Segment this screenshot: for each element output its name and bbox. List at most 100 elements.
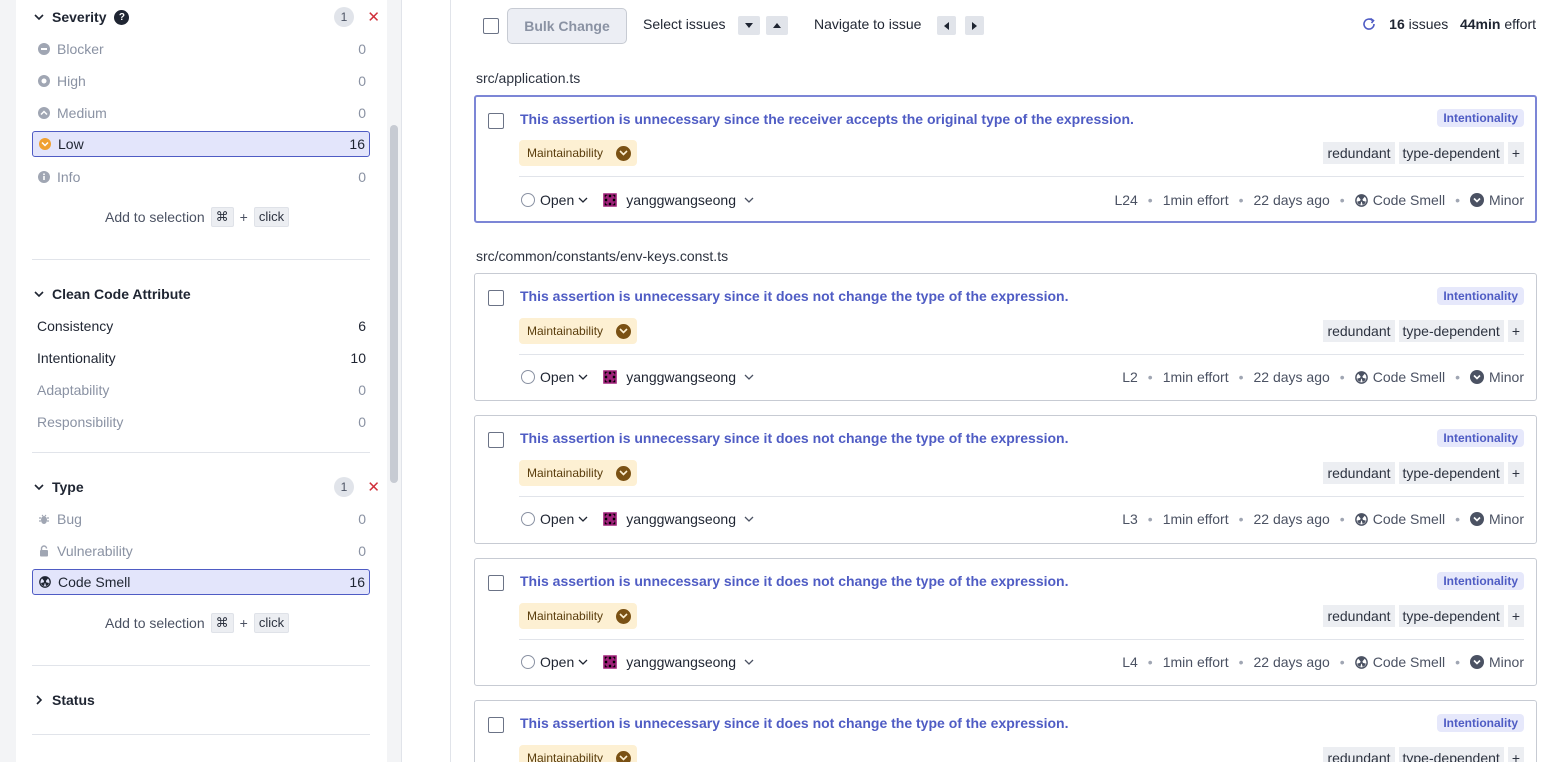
chevron-down-icon[interactable] <box>744 195 754 205</box>
issue-assignee[interactable]: yanggwangseong <box>626 511 736 527</box>
tag-more[interactable]: + <box>1507 605 1524 627</box>
clean-code-attribute-badge[interactable]: Intentionality <box>1437 287 1524 305</box>
clean-code-attribute-badge[interactable]: Intentionality <box>1437 572 1524 590</box>
issue-title[interactable]: This assertion is unnecessary since it d… <box>520 715 1069 731</box>
facet-item-blocker[interactable]: Blocker 0 <box>32 36 370 62</box>
issue-title[interactable]: This assertion is unnecessary since the … <box>520 111 1134 127</box>
bulk-change-button[interactable]: Bulk Change <box>507 8 627 44</box>
issue-tags[interactable]: redundant type-dependent + <box>1323 142 1524 164</box>
facet-item-code-smell[interactable]: Code Smell 16 <box>32 569 370 595</box>
software-quality-label: Maintainability <box>527 609 604 623</box>
facet-item-label: Low <box>58 136 84 152</box>
tag-more[interactable]: + <box>1507 142 1524 164</box>
facet-item-label: Consistency <box>37 318 114 334</box>
chevron-down-icon[interactable] <box>32 10 46 24</box>
chevron-down-icon[interactable] <box>744 514 754 524</box>
issue-effort: 1min effort <box>1162 192 1229 208</box>
issue-status[interactable]: Open <box>540 369 574 385</box>
clean-code-attribute-badge[interactable]: Intentionality <box>1437 714 1524 732</box>
chevron-down-icon[interactable] <box>744 372 754 382</box>
facet-item-low[interactable]: Low 16 <box>32 131 370 157</box>
chevron-right-icon[interactable] <box>32 693 46 707</box>
chevron-down-icon[interactable] <box>32 480 46 494</box>
issue-card[interactable]: This assertion is unnecessary since it d… <box>474 415 1537 544</box>
chevron-down-icon[interactable] <box>578 195 588 205</box>
facet-item-medium[interactable]: Medium 0 <box>32 100 370 126</box>
chevron-down-icon[interactable] <box>32 287 46 301</box>
severity-facet-header[interactable]: Severity ? 1 ✕ <box>32 6 386 28</box>
issue-card[interactable]: This assertion is unnecessary since it d… <box>474 558 1537 686</box>
refresh-icon[interactable] <box>1361 16 1377 32</box>
clean-code-attribute-badge[interactable]: Intentionality <box>1437 109 1524 127</box>
software-quality-impact[interactable]: Maintainability <box>519 140 638 166</box>
tag-more[interactable]: + <box>1507 320 1524 342</box>
issue-assignee[interactable]: yanggwangseong <box>626 369 736 385</box>
type-facet-header[interactable]: Type 1 ✕ <box>32 476 386 498</box>
issue-title[interactable]: This assertion is unnecessary since it d… <box>520 573 1069 589</box>
issue-card[interactable]: This assertion is unnecessary since it d… <box>474 700 1537 762</box>
issue-title[interactable]: This assertion is unnecessary since it d… <box>520 288 1069 304</box>
facet-item-count: 10 <box>350 350 366 366</box>
divider <box>32 734 370 735</box>
software-quality-impact[interactable]: Maintainability <box>519 745 638 762</box>
issue-checkbox[interactable] <box>488 432 504 448</box>
tag-more[interactable]: + <box>1507 747 1524 762</box>
clean-code-attribute-badge[interactable]: Intentionality <box>1437 429 1524 447</box>
file-path[interactable]: src/common/constants/env-keys.const.ts <box>476 248 728 264</box>
issue-tags[interactable]: redundant type-dependent + <box>1323 605 1524 627</box>
type-selected-count: 1 <box>334 477 354 497</box>
navigate-next-button[interactable] <box>965 16 984 35</box>
issue-assignee[interactable]: yanggwangseong <box>626 192 736 208</box>
issue-card[interactable]: This assertion is unnecessary since the … <box>474 95 1537 223</box>
issue-tags[interactable]: redundant type-dependent + <box>1323 320 1524 342</box>
help-icon[interactable]: ? <box>114 9 130 25</box>
file-path[interactable]: src/application.ts <box>476 70 580 86</box>
software-quality-impact[interactable]: Maintainability <box>519 318 638 344</box>
issue-status[interactable]: Open <box>540 654 574 670</box>
command-key: ⌘ <box>210 207 234 227</box>
select-all-checkbox[interactable] <box>483 18 499 34</box>
facet-item-responsibility[interactable]: Responsibility 0 <box>32 409 370 435</box>
caret-left-icon <box>943 21 949 30</box>
issue-card[interactable]: This assertion is unnecessary since it d… <box>474 273 1537 401</box>
low-severity-icon <box>616 145 632 161</box>
status-facet-header[interactable]: Status <box>32 689 386 711</box>
facet-item-adaptability[interactable]: Adaptability 0 <box>32 377 370 403</box>
select-next-issue-button[interactable] <box>738 16 760 35</box>
clean-code-facet-header[interactable]: Clean Code Attribute <box>32 283 386 305</box>
facet-item-high[interactable]: High 0 <box>32 68 370 94</box>
software-quality-impact[interactable]: Maintainability <box>519 460 638 486</box>
issue-meta-right: L3 • 1min effort • 22 days ago • Code Smell… <box>1122 511 1524 527</box>
sidebar-scrollbar[interactable] <box>390 125 398 483</box>
chevron-down-icon[interactable] <box>578 372 588 382</box>
tag: redundant <box>1323 320 1395 342</box>
facet-item-label: Blocker <box>57 41 104 57</box>
facet-item-intentionality[interactable]: Intentionality 10 <box>32 345 370 371</box>
tag-more[interactable]: + <box>1507 462 1524 484</box>
facet-item-bug[interactable]: Bug 0 <box>32 506 370 532</box>
issue-title[interactable]: This assertion is unnecessary since it d… <box>520 430 1069 446</box>
facet-item-label: Adaptability <box>37 382 110 398</box>
issue-checkbox[interactable] <box>488 717 504 733</box>
clear-type-icon[interactable]: ✕ <box>367 478 380 496</box>
select-previous-issue-button[interactable] <box>766 16 788 35</box>
facet-item-info[interactable]: Info 0 <box>32 164 370 190</box>
issue-status[interactable]: Open <box>540 192 574 208</box>
issue-checkbox[interactable] <box>488 575 504 591</box>
issue-tags[interactable]: redundant type-dependent + <box>1323 462 1524 484</box>
issue-status[interactable]: Open <box>540 511 574 527</box>
issue-tags[interactable]: redundant type-dependent + <box>1323 747 1524 762</box>
facet-item-vulnerability[interactable]: Vulnerability 0 <box>32 538 370 564</box>
chevron-down-icon[interactable] <box>578 514 588 524</box>
navigate-previous-button[interactable] <box>937 16 956 35</box>
issue-checkbox[interactable] <box>488 290 504 306</box>
chevron-down-icon[interactable] <box>578 657 588 667</box>
tag: redundant <box>1323 605 1395 627</box>
facet-item-consistency[interactable]: Consistency 6 <box>32 313 370 339</box>
chevron-down-icon[interactable] <box>744 657 754 667</box>
issue-checkbox[interactable] <box>488 113 504 129</box>
tag: redundant <box>1323 462 1395 484</box>
issue-assignee[interactable]: yanggwangseong <box>626 654 736 670</box>
clear-severity-icon[interactable]: ✕ <box>367 8 380 26</box>
software-quality-impact[interactable]: Maintainability <box>519 603 638 629</box>
